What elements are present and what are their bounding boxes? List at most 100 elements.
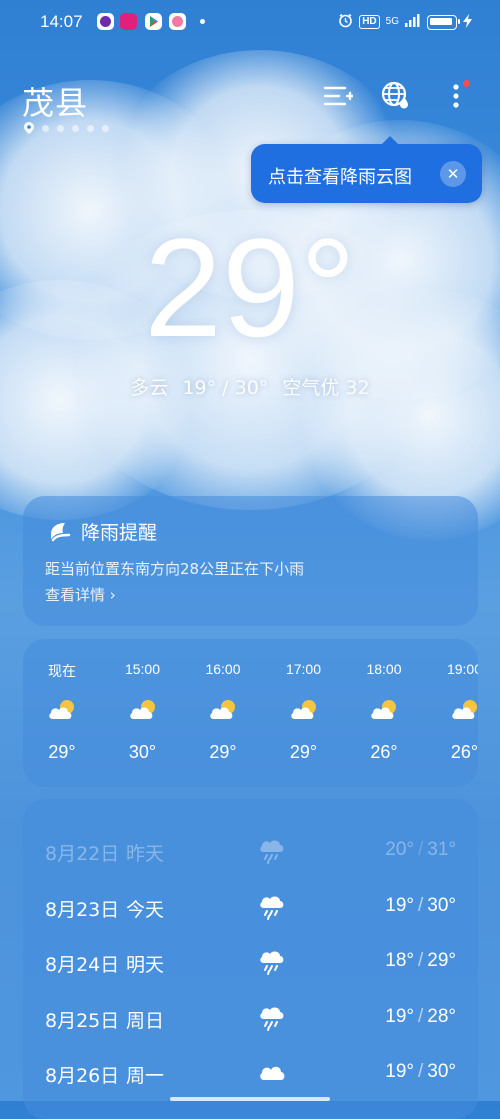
daily-date: 8月26日 xyxy=(45,1065,120,1087)
daily-date: 8月25日 xyxy=(45,1009,120,1032)
daily-temp-range: 18°/29° xyxy=(385,950,456,972)
daily-forecast-card[interactable]: 8月22日 昨天 20°/31° 8月23日 今天 19°/30° 8月24日 明天 18°/2… xyxy=(23,799,478,1119)
daily-temp-range: 19°/28° xyxy=(385,1006,456,1028)
hourly-temp: 29° xyxy=(48,742,76,762)
partly-cloudy-icon xyxy=(127,697,159,723)
rain-alert-description: 距当前位置东南方向28公里正在下小雨 xyxy=(45,560,305,578)
cloudy-icon xyxy=(257,1059,287,1087)
daily-temp-range: 19°/30° xyxy=(385,895,456,917)
hourly-temp: 26° xyxy=(370,742,398,762)
page-dot xyxy=(72,124,79,132)
city-name[interactable]: 茂县 xyxy=(22,78,88,124)
hourly-time: 16:00 xyxy=(205,661,241,677)
alarm-icon xyxy=(338,13,353,31)
daily-low: 20° xyxy=(385,839,414,860)
more-notifications-dot xyxy=(200,19,205,24)
today-range: 19° / 30° xyxy=(182,377,269,399)
daily-low: 19° xyxy=(385,1061,414,1082)
range-separator: / xyxy=(417,839,424,860)
hourly-time: 18:00 xyxy=(366,661,402,677)
location-pin-icon xyxy=(24,122,34,134)
rain-icon xyxy=(257,1004,287,1032)
current-summary: 多云 19° / 30° 空气优 32 xyxy=(0,373,500,400)
radar-map-icon xyxy=(381,81,408,109)
rain-alert-icon xyxy=(51,522,71,541)
daily-row[interactable]: 8月25日 周日 19°/28° xyxy=(23,998,478,1038)
hourly-time: 19:00 xyxy=(446,661,478,677)
partly-cloudy-icon xyxy=(46,697,78,723)
range-separator: / xyxy=(417,1005,424,1027)
daily-date: 8月23日 xyxy=(45,898,120,921)
city-list-icon xyxy=(323,86,353,106)
page-dot xyxy=(87,124,94,132)
charging-icon xyxy=(463,13,472,31)
radar-map-button[interactable] xyxy=(380,80,412,112)
flower-app-icon xyxy=(169,13,186,30)
daily-low: 19° xyxy=(385,1005,414,1027)
notification-dot xyxy=(463,80,470,87)
hourly-temp: 26° xyxy=(450,742,478,762)
daily-date: 8月24日 xyxy=(45,954,120,976)
daily-high: 28° xyxy=(427,1005,456,1027)
rain-icon xyxy=(257,837,287,865)
partly-cloudy-icon xyxy=(288,697,320,723)
hourly-temp: 29° xyxy=(209,742,237,762)
range-separator: / xyxy=(417,1061,424,1082)
air-quality[interactable]: 空气优 32 xyxy=(282,377,369,399)
daily-high: 30° xyxy=(427,894,456,916)
daily-row[interactable]: 8月23日 今天 19°/30° xyxy=(23,887,478,927)
radar-tooltip[interactable]: 点击查看降雨云图 ✕ xyxy=(251,136,482,203)
hourly-time: 17:00 xyxy=(285,661,322,677)
daily-weekday: 今天 xyxy=(126,898,165,921)
home-indicator[interactable] xyxy=(170,1097,330,1101)
partly-cloudy-icon xyxy=(207,697,239,723)
hourly-forecast-card[interactable]: 现在 29° 15:00 30° 16:00 29° 17:00 29° 18:00 26° 19:… xyxy=(23,639,478,787)
daily-temp-range: 19°/30° xyxy=(385,1061,456,1083)
daily-row[interactable]: 8月24日 明天 18°/29° xyxy=(23,942,478,982)
daily-weekday: 明天 xyxy=(126,954,165,976)
page-dot xyxy=(102,124,109,132)
daily-row[interactable]: 8月26日 周一 19°/30° xyxy=(23,1053,478,1093)
rain-alert-card[interactable]: 降雨提醒 距当前位置东南方向28公里正在下小雨 查看详情 › xyxy=(23,496,478,626)
shop-app-icon xyxy=(120,13,137,30)
daily-date: 8月22日 xyxy=(45,843,120,865)
hourly-time: 15:00 xyxy=(124,661,161,677)
daily-weekday: 周日 xyxy=(126,1009,165,1032)
daily-high: 31° xyxy=(427,839,456,860)
page-dot xyxy=(42,124,49,132)
rain-alert-title: 降雨提醒 xyxy=(81,522,158,544)
location-page-indicator xyxy=(24,122,109,134)
hourly-temp: 29° xyxy=(289,742,318,762)
play-store-icon xyxy=(145,13,162,30)
rain-icon xyxy=(257,893,287,921)
battery-icon xyxy=(427,14,460,30)
range-separator: / xyxy=(417,894,424,916)
status-right: HD 5G xyxy=(338,12,472,32)
rain-alert-details-link[interactable]: 查看详情 › xyxy=(45,584,116,605)
city-list-button[interactable] xyxy=(322,80,354,112)
partly-cloudy-icon xyxy=(449,697,479,723)
daily-high: 29° xyxy=(427,950,456,971)
status-bar: 14:07 HD 5G xyxy=(0,0,500,44)
daily-temp-range: 20°/31° xyxy=(385,839,456,861)
daily-high: 30° xyxy=(427,1061,456,1082)
radar-tooltip-text[interactable]: 点击查看降雨云图 xyxy=(268,163,412,189)
current-temperature: 29° xyxy=(144,209,356,366)
current-condition: 多云 xyxy=(130,377,169,399)
daily-low: 19° xyxy=(385,894,414,916)
rain-icon xyxy=(257,948,287,976)
status-time: 14:07 xyxy=(40,12,83,31)
page-dot xyxy=(57,124,64,132)
range-separator: / xyxy=(417,950,424,971)
daily-weekday: 昨天 xyxy=(126,843,165,865)
daily-row[interactable]: 8月22日 昨天 20°/31° xyxy=(23,831,478,871)
more-menu-button[interactable] xyxy=(440,80,472,112)
hourly-temp: 30° xyxy=(128,742,157,762)
close-icon[interactable]: ✕ xyxy=(440,161,466,187)
signal-icon xyxy=(405,14,421,30)
chat-app-icon xyxy=(97,13,114,30)
more-menu-icon xyxy=(453,84,459,108)
partly-cloudy-icon xyxy=(368,697,400,723)
hd-badge: HD xyxy=(359,15,380,29)
network-type: 5G xyxy=(385,16,399,27)
